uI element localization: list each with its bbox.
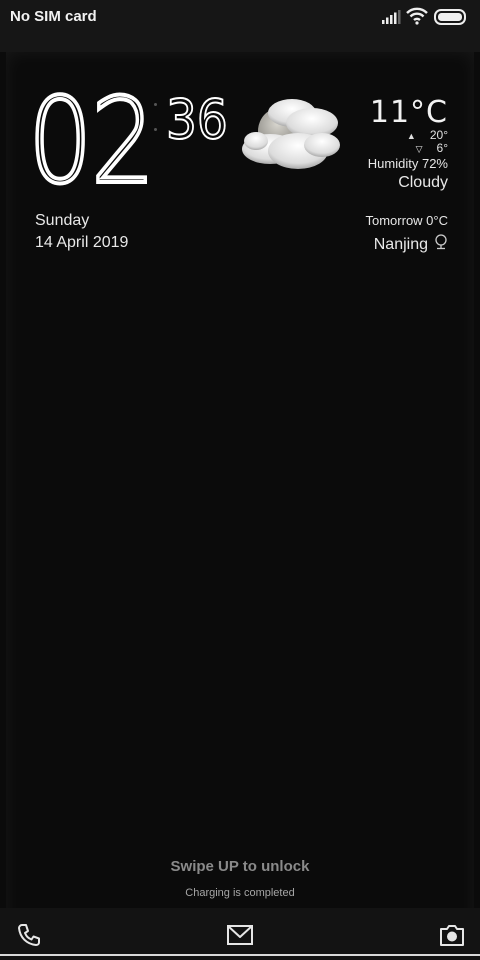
home-indicator	[0, 954, 480, 956]
location-name: Nanjing	[373, 235, 428, 253]
location-pin-icon	[434, 234, 448, 255]
arrow-down-icon: ▽	[415, 144, 423, 154]
high-temperature: 20°	[429, 128, 448, 142]
message-button[interactable]	[226, 922, 254, 950]
cloudy-night-icon	[236, 93, 348, 184]
date-label: 14 April 2019	[35, 234, 129, 251]
clock-separator	[154, 103, 157, 153]
low-temperature-row: ▽ 6°	[416, 141, 448, 155]
message-icon	[226, 925, 254, 952]
weather-condition: Cloudy	[398, 174, 448, 191]
camera-icon	[438, 925, 466, 952]
clock-hours: 02	[26, 72, 157, 210]
current-temperature: 11°C	[369, 95, 448, 130]
day-of-week: Sunday	[35, 212, 90, 229]
tomorrow-forecast: Tomorrow 0°C	[365, 213, 449, 228]
lock-screen-dock	[0, 908, 480, 960]
charging-status: Charging is completed	[185, 887, 295, 899]
phone-icon	[16, 924, 42, 952]
camera-button[interactable]	[438, 922, 466, 950]
location[interactable]: Nanjing	[374, 234, 448, 255]
carrier-label: No SIM card	[10, 8, 97, 25]
humidity-label: Humidity 72%	[367, 156, 448, 171]
battery-icon	[434, 9, 468, 30]
high-temperature-row: ▲ 20°	[407, 128, 448, 142]
swipe-up-hint: Swipe UP to unlock	[170, 858, 310, 875]
clock-minutes: 36	[165, 88, 229, 151]
wifi-icon	[406, 7, 428, 30]
status-bar: No SIM card	[0, 0, 480, 52]
signal-icon	[381, 10, 401, 29]
phone-button[interactable]	[16, 922, 44, 950]
low-temperature: 6°	[436, 141, 448, 155]
lock-screen: No SIM card 02 36 Sunday 14 April 2019 1…	[0, 0, 480, 960]
arrow-up-icon: ▲	[406, 131, 416, 141]
